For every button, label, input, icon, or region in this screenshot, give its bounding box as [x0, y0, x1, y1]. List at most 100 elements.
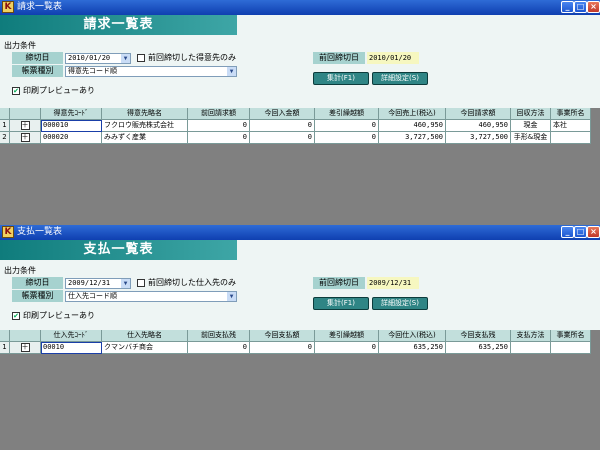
app-icon: K: [2, 1, 14, 13]
code-cell[interactable]: 000010: [41, 120, 102, 132]
amount-cell[interactable]: 460,950: [379, 120, 446, 132]
row-number: 1: [0, 120, 10, 132]
detail-settings-button[interactable]: 詳細設定(S): [372, 297, 428, 310]
print-preview-checkbox[interactable]: ✔: [12, 87, 20, 95]
page-title: 支払一覧表: [0, 240, 237, 260]
cutoff-date-value: 2010/01/20: [68, 54, 111, 62]
name-cell[interactable]: クマンバチ商会: [102, 342, 188, 354]
method-cell[interactable]: [511, 342, 551, 354]
title-bar[interactable]: K 請求一覧表 _ □ ×: [0, 0, 600, 15]
amount-cell[interactable]: 635,250: [379, 342, 446, 354]
header-cell[interactable]: 今回支払額: [250, 330, 315, 342]
expand-button[interactable]: ＋: [10, 342, 41, 354]
report-type-select[interactable]: 得意先コード順 ▼: [65, 66, 237, 77]
window-title: 支払一覧表: [17, 227, 63, 237]
office-cell[interactable]: [551, 132, 591, 144]
print-preview-label: 印刷プレビューあり: [23, 311, 95, 320]
header-cell: [10, 108, 41, 120]
code-cell[interactable]: 00010: [41, 342, 102, 354]
close-button[interactable]: ×: [587, 1, 600, 13]
header-cell[interactable]: 回収方法: [511, 108, 551, 120]
row-number: 2: [0, 132, 10, 144]
header-cell[interactable]: 今回請求額: [446, 108, 511, 120]
chevron-down-icon[interactable]: ▼: [227, 67, 236, 76]
calc-button[interactable]: 集計(F1): [313, 72, 369, 85]
amount-cell[interactable]: 0: [188, 342, 250, 354]
print-preview-label: 印刷プレビューあり: [23, 86, 95, 95]
amount-cell[interactable]: 0: [188, 132, 250, 144]
window-invoice-list: K 請求一覧表 _ □ × 請求一覧表 出力条件 締切日 2010/01/20 …: [0, 0, 600, 225]
amount-cell[interactable]: 0: [315, 120, 379, 132]
window-title: 請求一覧表: [17, 2, 63, 12]
prev-cutoff-only-label: 前回締切した得意先のみ: [148, 53, 236, 62]
cutoff-date-field[interactable]: 2009/12/31 ▼: [65, 278, 131, 289]
cutoff-date-field[interactable]: 2010/01/20 ▼: [65, 53, 131, 64]
window-payment-list: K 支払一覧表 _ □ × 支払一覧表 出力条件 締切日 2009/12/31 …: [0, 225, 600, 450]
expand-button[interactable]: ＋: [10, 132, 41, 144]
expand-icon[interactable]: ＋: [20, 120, 30, 130]
header-cell[interactable]: 今回支払残: [446, 330, 511, 342]
prev-cutoff-only-checkbox[interactable]: [137, 54, 145, 62]
section-label: 出力条件: [4, 41, 36, 50]
header-cell[interactable]: 支払方法: [511, 330, 551, 342]
header-cell[interactable]: 前回支払残: [188, 330, 250, 342]
expand-button[interactable]: ＋: [10, 120, 41, 132]
office-cell[interactable]: 本社: [551, 120, 591, 132]
chevron-down-icon[interactable]: ▼: [227, 292, 236, 301]
amount-cell[interactable]: 3,727,500: [379, 132, 446, 144]
maximize-button[interactable]: □: [574, 1, 587, 13]
header-cell[interactable]: 仕入先ｺｰﾄﾞ: [41, 330, 102, 342]
print-preview-checkbox[interactable]: ✔: [12, 312, 20, 320]
report-type-select[interactable]: 仕入先コード順 ▼: [65, 291, 237, 302]
header-cell[interactable]: 差引繰越額: [315, 108, 379, 120]
page-title: 請求一覧表: [0, 15, 237, 35]
calc-button[interactable]: 集計(F1): [313, 297, 369, 310]
minimize-button[interactable]: _: [561, 1, 574, 13]
minimize-button[interactable]: _: [561, 226, 574, 238]
payment-grid[interactable]: 仕入先ｺｰﾄﾞ 仕入先略名 前回支払残 今回支払額 差引繰越額 今回仕入(税込)…: [0, 330, 600, 450]
expand-icon[interactable]: ＋: [20, 342, 30, 352]
app-icon: K: [2, 226, 14, 238]
expand-icon[interactable]: ＋: [20, 132, 30, 142]
office-cell[interactable]: [551, 342, 591, 354]
header-cell[interactable]: 今回売上(税込): [379, 108, 446, 120]
header-cell[interactable]: 仕入先略名: [102, 330, 188, 342]
name-cell[interactable]: みみずく産業: [102, 132, 188, 144]
header-cell[interactable]: 今回仕入(税込): [379, 330, 446, 342]
amount-cell[interactable]: 0: [250, 132, 315, 144]
chevron-down-icon[interactable]: ▼: [121, 54, 130, 63]
row-number: 1: [0, 342, 10, 354]
code-cell[interactable]: 000020: [41, 132, 102, 144]
amount-cell[interactable]: 460,950: [446, 120, 511, 132]
name-cell[interactable]: フクロウ販売株式会社: [102, 120, 188, 132]
maximize-button[interactable]: □: [574, 226, 587, 238]
close-button[interactable]: ×: [587, 226, 600, 238]
prev-cutoff-label: 前回締切日: [313, 277, 365, 289]
header-cell[interactable]: 前回請求額: [188, 108, 250, 120]
cutoff-date-value: 2009/12/31: [68, 279, 111, 287]
header-cell[interactable]: 差引繰越額: [315, 330, 379, 342]
amount-cell[interactable]: 0: [250, 342, 315, 354]
amount-cell[interactable]: 635,250: [446, 342, 511, 354]
header-cell[interactable]: 事業所名: [551, 330, 591, 342]
header-cell[interactable]: 今回入金額: [250, 108, 315, 120]
header-cell[interactable]: 得意先ｺｰﾄﾞ: [41, 108, 102, 120]
header-cell[interactable]: 事業所名: [551, 108, 591, 120]
amount-cell[interactable]: 0: [250, 120, 315, 132]
method-cell[interactable]: 手形&現金: [511, 132, 551, 144]
invoice-grid[interactable]: 得意先ｺｰﾄﾞ 得意先略名 前回請求額 今回入金額 差引繰越額 今回売上(税込)…: [0, 108, 600, 225]
amount-cell[interactable]: 0: [188, 120, 250, 132]
chevron-down-icon[interactable]: ▼: [121, 279, 130, 288]
detail-settings-button[interactable]: 詳細設定(S): [372, 72, 428, 85]
report-type-label: 帳票種別: [12, 290, 63, 302]
prev-cutoff-value: 2010/01/20: [367, 52, 419, 64]
amount-cell[interactable]: 3,727,500: [446, 132, 511, 144]
title-bar[interactable]: K 支払一覧表 _ □ ×: [0, 225, 600, 240]
method-cell[interactable]: 現金: [511, 120, 551, 132]
section-label: 出力条件: [4, 266, 36, 275]
amount-cell[interactable]: 0: [315, 342, 379, 354]
header-cell[interactable]: 得意先略名: [102, 108, 188, 120]
prev-cutoff-only-checkbox[interactable]: [137, 279, 145, 287]
report-type-value: 仕入先コード順: [68, 292, 117, 300]
amount-cell[interactable]: 0: [315, 132, 379, 144]
